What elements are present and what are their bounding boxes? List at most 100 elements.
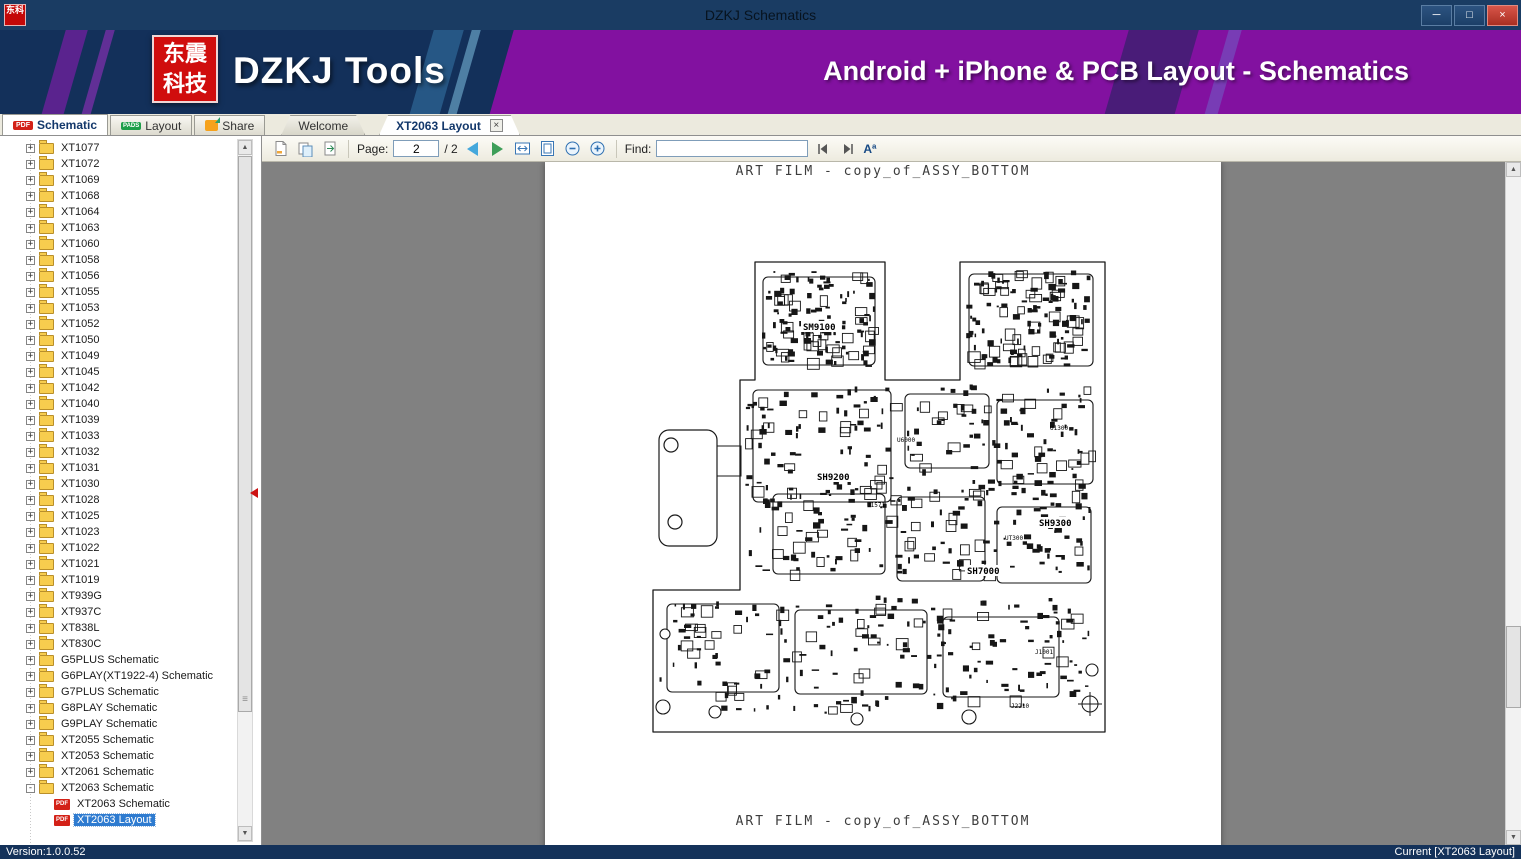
tree-item[interactable]: +XT937C: [0, 604, 235, 620]
expand-icon[interactable]: +: [26, 320, 35, 329]
expand-icon[interactable]: +: [26, 672, 35, 681]
tab-share[interactable]: Share: [194, 115, 265, 135]
tree-item[interactable]: PDFXT2063 Layout: [0, 812, 235, 828]
expand-icon[interactable]: +: [26, 336, 35, 345]
expand-icon[interactable]: +: [26, 144, 35, 153]
tree-item[interactable]: +XT1032: [0, 444, 235, 460]
previous-page-button[interactable]: [463, 139, 483, 159]
fit-width-button[interactable]: [513, 139, 533, 159]
fit-page-button[interactable]: [538, 139, 558, 159]
tree-item[interactable]: +G9PLAY Schematic: [0, 716, 235, 732]
expand-icon[interactable]: +: [26, 256, 35, 265]
tree-item[interactable]: +XT1033: [0, 428, 235, 444]
expand-icon[interactable]: +: [26, 496, 35, 505]
expand-icon[interactable]: +: [26, 464, 35, 473]
tab-schematic[interactable]: PDF Schematic: [2, 114, 108, 135]
tree-item[interactable]: +XT1019: [0, 572, 235, 588]
tree-item[interactable]: +XT1060: [0, 236, 235, 252]
tree-item[interactable]: +XT2053 Schematic: [0, 748, 235, 764]
expand-icon[interactable]: +: [26, 592, 35, 601]
expand-icon[interactable]: +: [26, 384, 35, 393]
tree-item[interactable]: +XT1021: [0, 556, 235, 572]
tree-item[interactable]: +XT1042: [0, 380, 235, 396]
expand-icon[interactable]: +: [26, 352, 35, 361]
tree-item[interactable]: +G6PLAY(XT1922-4) Schematic: [0, 668, 235, 684]
continuous-view-icon[interactable]: [320, 139, 340, 159]
tree-item[interactable]: +XT1056: [0, 268, 235, 284]
expand-icon[interactable]: +: [26, 448, 35, 457]
expand-icon[interactable]: +: [26, 512, 35, 521]
expand-icon[interactable]: +: [26, 576, 35, 585]
tree-item[interactable]: +XT838L: [0, 620, 235, 636]
expand-icon[interactable]: +: [26, 736, 35, 745]
expand-icon[interactable]: +: [26, 480, 35, 489]
tree-item[interactable]: PDFXT2063 Schematic: [0, 796, 235, 812]
tree-item[interactable]: +XT1052: [0, 316, 235, 332]
expand-icon[interactable]: +: [26, 272, 35, 281]
expand-icon[interactable]: +: [26, 224, 35, 233]
tree-item[interactable]: +XT1049: [0, 348, 235, 364]
tree-item[interactable]: +XT939G: [0, 588, 235, 604]
tab-layout[interactable]: PADS Layout: [110, 115, 192, 135]
expand-icon[interactable]: +: [26, 752, 35, 761]
tab-xt2063-layout[interactable]: XT2063 Layout ×: [379, 115, 520, 135]
expand-icon[interactable]: +: [26, 656, 35, 665]
expand-icon[interactable]: +: [26, 192, 35, 201]
document-viewport[interactable]: ART FILM - copy_of_ASSY_BOTTOM SM9100SH9…: [262, 162, 1521, 845]
tree-item[interactable]: +XT2055 Schematic: [0, 732, 235, 748]
tree-item[interactable]: +G7PLUS Schematic: [0, 684, 235, 700]
tree-item[interactable]: +XT1077: [0, 140, 235, 156]
expand-icon[interactable]: +: [26, 704, 35, 713]
tree-item[interactable]: -XT2063 Schematic: [0, 780, 235, 796]
expand-icon[interactable]: +: [26, 240, 35, 249]
tab-welcome[interactable]: Welcome: [281, 115, 365, 135]
tree-item[interactable]: +XT1040: [0, 396, 235, 412]
minimize-button[interactable]: ─: [1421, 5, 1452, 26]
tree-item[interactable]: +XT1022: [0, 540, 235, 556]
scroll-down-icon[interactable]: ▼: [238, 826, 252, 841]
sidebar-scrollbar-thumb[interactable]: [238, 156, 252, 712]
close-button[interactable]: ×: [1487, 5, 1518, 26]
tree-item[interactable]: +XT1045: [0, 364, 235, 380]
next-page-button[interactable]: [488, 139, 508, 159]
scroll-up-icon[interactable]: ▲: [238, 140, 252, 155]
expand-icon[interactable]: +: [26, 208, 35, 217]
zoom-in-button[interactable]: [588, 139, 608, 159]
expand-icon[interactable]: +: [26, 432, 35, 441]
expand-icon[interactable]: +: [26, 608, 35, 617]
tree-item[interactable]: +XT1068: [0, 188, 235, 204]
expand-icon[interactable]: +: [26, 560, 35, 569]
viewer-scrollbar[interactable]: ▲ ▼: [1505, 162, 1521, 845]
tree-item[interactable]: +XT1072: [0, 156, 235, 172]
scroll-down-icon[interactable]: ▼: [1506, 830, 1521, 845]
find-next-button[interactable]: [838, 139, 858, 159]
tree-item[interactable]: +XT1050: [0, 332, 235, 348]
facing-pages-icon[interactable]: [295, 139, 315, 159]
tree-item[interactable]: +XT1030: [0, 476, 235, 492]
tree-item[interactable]: +XT1023: [0, 524, 235, 540]
find-input[interactable]: [656, 140, 808, 157]
tree-item[interactable]: +XT1058: [0, 252, 235, 268]
expand-icon[interactable]: +: [26, 720, 35, 729]
tree-item[interactable]: +G5PLUS Schematic: [0, 652, 235, 668]
expand-icon[interactable]: +: [26, 368, 35, 377]
tree-item[interactable]: +XT1069: [0, 172, 235, 188]
maximize-button[interactable]: □: [1454, 5, 1485, 26]
tree-item[interactable]: +XT1025: [0, 508, 235, 524]
viewer-scrollbar-thumb[interactable]: [1506, 626, 1521, 708]
match-case-button[interactable]: Aª: [863, 142, 876, 156]
expand-icon[interactable]: +: [26, 160, 35, 169]
expand-icon[interactable]: +: [26, 400, 35, 409]
tree-item[interactable]: +XT1053: [0, 300, 235, 316]
find-previous-button[interactable]: [813, 139, 833, 159]
tree-item[interactable]: +XT1039: [0, 412, 235, 428]
expand-icon[interactable]: +: [26, 544, 35, 553]
expand-icon[interactable]: +: [26, 288, 35, 297]
expand-icon[interactable]: +: [26, 416, 35, 425]
zoom-out-button[interactable]: [563, 139, 583, 159]
tree-item[interactable]: +XT1055: [0, 284, 235, 300]
tree-item[interactable]: +XT830C: [0, 636, 235, 652]
tree-item[interactable]: +XT2061 Schematic: [0, 764, 235, 780]
expand-icon[interactable]: +: [26, 768, 35, 777]
tree-item[interactable]: +XT1031: [0, 460, 235, 476]
